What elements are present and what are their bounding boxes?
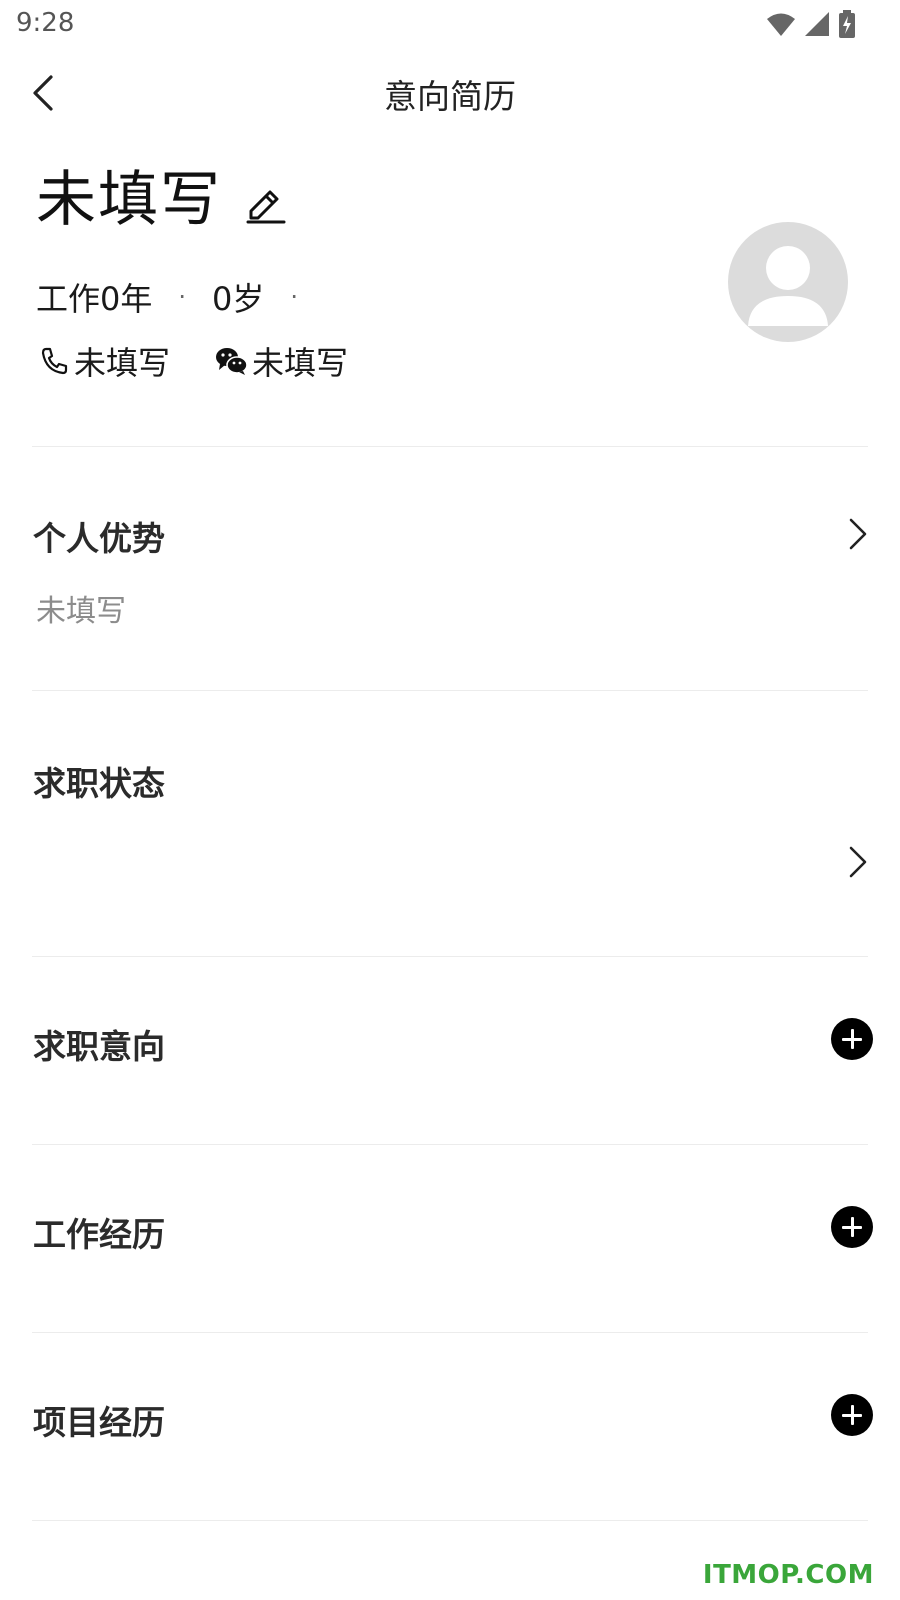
edit-name-button[interactable]: 未填写	[36, 170, 288, 230]
status-bar: 9:28	[0, 0, 900, 48]
watermark: ITMOP.COM	[702, 1560, 874, 1590]
user-avatar-icon	[748, 246, 828, 326]
section-title-project-experience: 项目经历	[33, 1403, 165, 1442]
separator-dot: ·	[290, 283, 299, 311]
work-years: 工作0年	[36, 280, 153, 318]
nav-bar: 意向简历	[0, 58, 900, 128]
section-title-job-status: 求职状态	[33, 764, 165, 803]
wechat-value: 未填写	[252, 344, 349, 382]
resume-page: 9:28 意向简历 未填写 工作0年 · 0岁 · 未填写 未填写 个人优势 未…	[0, 0, 900, 1600]
advantage-value: 未填写	[36, 594, 126, 629]
signal-icon	[805, 12, 829, 36]
age: 0岁	[212, 280, 265, 318]
profile-name: 未填写	[36, 165, 222, 235]
phone-contact[interactable]: 未填写	[38, 338, 170, 384]
separator-dot: ·	[178, 283, 187, 311]
section-title-advantage[interactable]: 个人优势	[33, 512, 165, 560]
contact-row: 未填写 未填写	[38, 338, 348, 384]
profile-header: 未填写 工作0年 · 0岁 · 未填写 未填写	[0, 170, 900, 450]
avatar[interactable]	[728, 222, 848, 342]
page-title: 意向简历	[384, 77, 516, 116]
divider	[32, 956, 868, 957]
divider	[32, 1144, 868, 1145]
section-title-job-intention: 求职意向	[33, 1027, 165, 1066]
divider	[32, 1332, 868, 1333]
divider	[32, 1520, 868, 1521]
add-job-intention-button[interactable]	[831, 1018, 873, 1060]
add-work-experience-button[interactable]	[831, 1206, 873, 1248]
chevron-right-icon[interactable]	[846, 844, 870, 880]
add-project-experience-button[interactable]	[831, 1394, 873, 1436]
battery-icon	[839, 10, 855, 38]
status-icons	[766, 10, 856, 38]
section-title-work-experience: 工作经历	[33, 1215, 165, 1254]
chevron-right-icon[interactable]	[846, 516, 870, 552]
status-time: 9:28	[16, 8, 75, 38]
divider	[32, 446, 868, 447]
profile-meta: 工作0年 · 0岁 ·	[36, 274, 324, 320]
divider	[32, 690, 868, 691]
wechat-icon	[216, 348, 248, 375]
wechat-contact[interactable]: 未填写	[214, 338, 348, 384]
pencil-icon	[246, 190, 286, 224]
phone-value: 未填写	[74, 344, 171, 382]
phone-icon	[41, 347, 68, 375]
wifi-icon	[767, 13, 795, 36]
